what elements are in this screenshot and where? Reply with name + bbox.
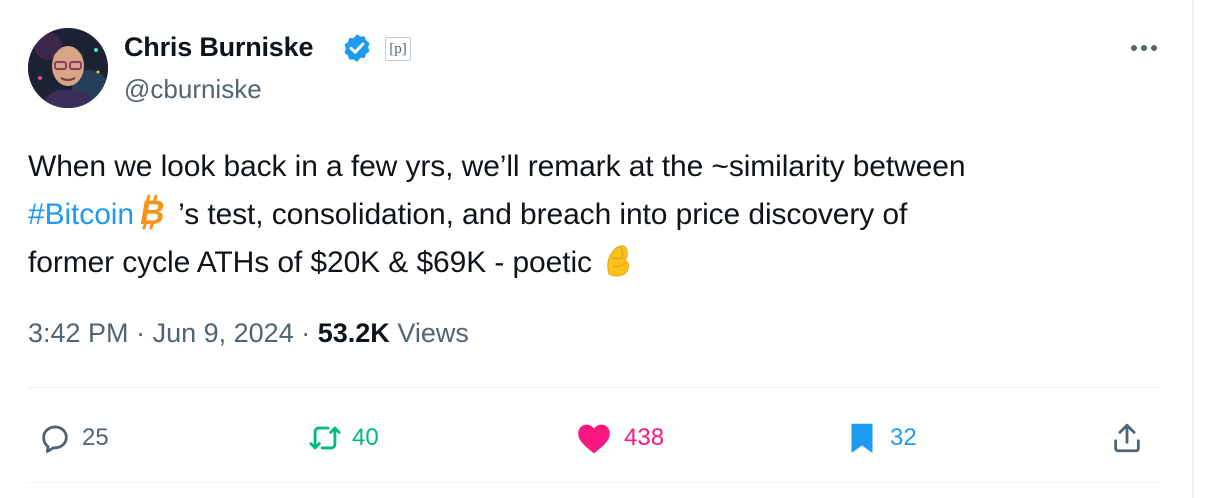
bookmark-button[interactable]: 32 (844, 418, 917, 458)
column-border (1192, 0, 1194, 498)
divider-bottom (28, 482, 1160, 483)
tweet-line-3-text: former cycle ATHs of $20K & $69K - poeti… (28, 246, 592, 279)
action-bar: 25 40 438 32 (28, 410, 1160, 466)
reply-count: 25 (82, 424, 109, 451)
bookmark-count: 32 (890, 424, 917, 451)
reply-button[interactable]: 25 (38, 418, 109, 458)
tweet-line-1: When we look back in a few yrs, we’ll re… (28, 150, 966, 183)
affiliation-label: p (394, 40, 402, 57)
share-icon (1114, 423, 1140, 453)
tweet-line-2-text: ’s test, consolidation, and breach into … (169, 198, 908, 231)
share-button[interactable] (1110, 418, 1144, 458)
tweet-date[interactable]: Jun 9, 2024 (153, 318, 294, 348)
views-count[interactable]: 53.2K (318, 318, 390, 348)
divider-top (28, 387, 1160, 388)
hashtag-link[interactable]: #Bitcoin (28, 198, 134, 231)
reply-icon (42, 425, 68, 453)
bitcoin-icon: B (137, 194, 168, 230)
avatar-image (28, 28, 108, 108)
author-handle[interactable]: @cburniske (124, 74, 262, 105)
tweet-meta: 3:42 PM · Jun 9, 2024 · 53.2K Views (28, 318, 469, 349)
pinched-fingers-icon (607, 245, 630, 277)
author-avatar[interactable] (28, 28, 108, 108)
meta-separator: · (301, 318, 311, 348)
tweet-line-3: former cycle ATHs of $20K & $69K - poeti… (28, 239, 1158, 287)
tweet-text: When we look back in a few yrs, we’ll re… (28, 143, 1158, 287)
like-count: 438 (624, 424, 665, 451)
repost-count: 40 (352, 424, 379, 451)
tweet-card: Chris Burniske [p] @cburniske When we lo… (0, 0, 1190, 498)
affiliation-label-bracket-close: ] (401, 40, 407, 57)
repost-button[interactable]: 40 (308, 418, 379, 458)
meta-separator: · (136, 318, 146, 348)
views-label: Views (397, 318, 469, 348)
tweet-time[interactable]: 3:42 PM (28, 318, 129, 348)
like-button[interactable]: 438 (574, 418, 664, 458)
more-dots-icon[interactable] (1124, 34, 1164, 62)
author-name[interactable]: Chris Burniske (124, 32, 313, 63)
bookmark-icon (851, 423, 873, 453)
heart-icon (578, 424, 610, 454)
verified-badge-icon[interactable] (341, 32, 373, 64)
affiliation-badge[interactable]: [p] (385, 37, 411, 61)
tweet-line-2: #Bitcoin B ’s test, consolidation, and br… (28, 191, 1158, 239)
repost-icon (309, 426, 341, 450)
